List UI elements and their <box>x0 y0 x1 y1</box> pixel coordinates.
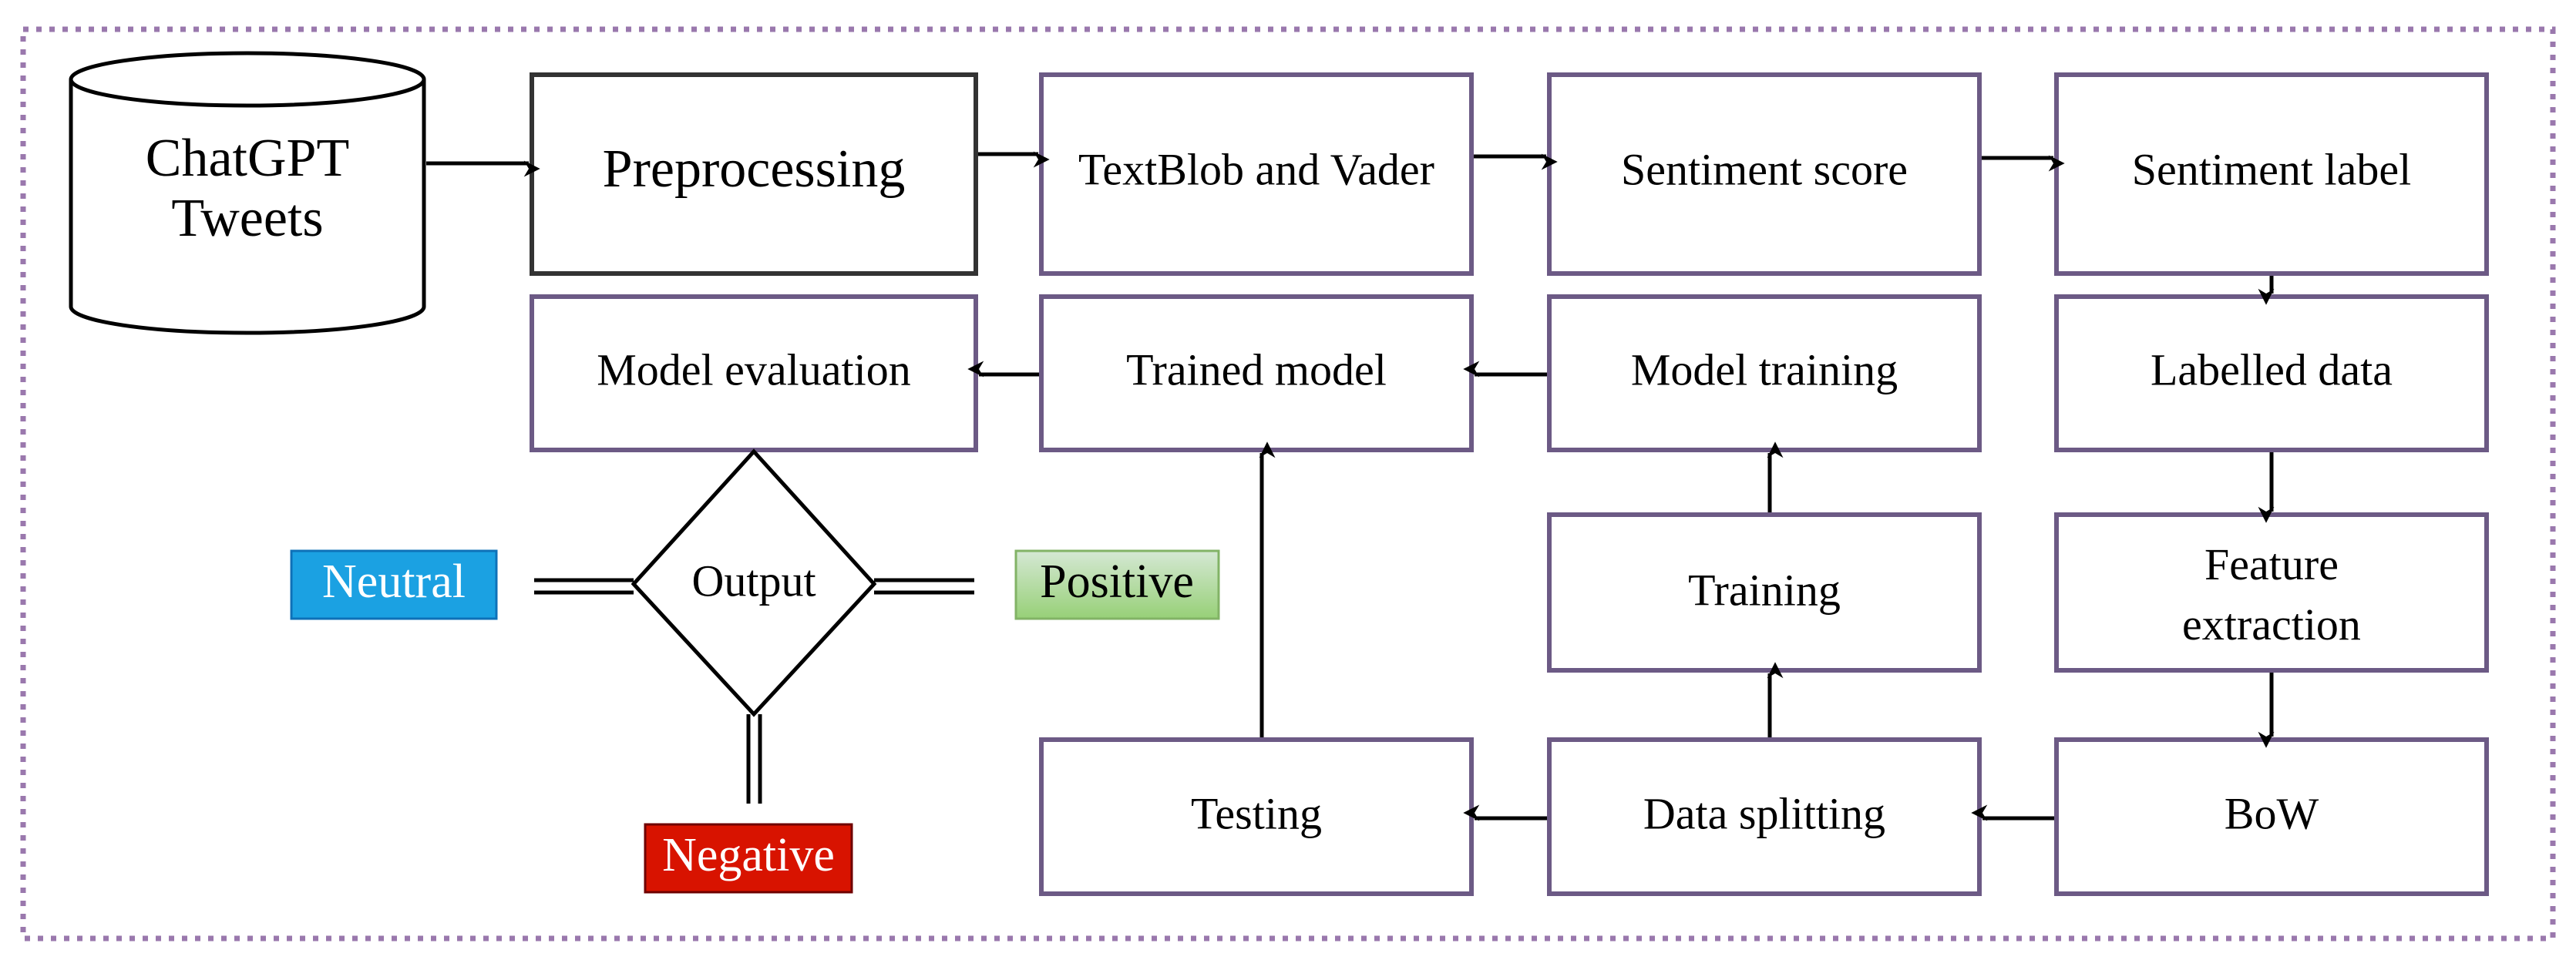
bow-box: BoW <box>2054 737 2489 896</box>
data-splitting-label: Data splitting <box>1643 788 1885 838</box>
diagram: ChatGPT Tweets Preprocessing TextBlob an… <box>0 0 2576 960</box>
model-evaluation-box: Model evaluation <box>530 294 978 452</box>
output-decision: Output <box>631 448 877 717</box>
testing-box: Testing <box>1039 737 1474 896</box>
sentiment-score-box: Sentiment score <box>1547 72 1982 276</box>
source-label-line2: Tweets <box>171 189 323 248</box>
positive-tag: Positive <box>1014 549 1220 620</box>
neutral-label: Neutral <box>322 556 466 608</box>
data-splitting-box: Data splitting <box>1547 737 1982 896</box>
negative-tag: Negative <box>644 823 853 894</box>
preprocessing-box: Preprocessing <box>530 72 978 276</box>
source-label-line1: ChatGPT <box>146 129 349 188</box>
negative-label: Negative <box>662 829 835 881</box>
bow-label: BoW <box>2225 788 2319 838</box>
textblob-vader-label: TextBlob and Vader <box>1078 144 1434 194</box>
preprocessing-label: Preprocessing <box>603 139 906 199</box>
testing-label: Testing <box>1191 788 1322 838</box>
feature-extraction-label-line2: extraction <box>2182 599 2361 650</box>
model-training-label: Model training <box>1631 344 1898 394</box>
flowchart: ChatGPT Tweets Preprocessing TextBlob an… <box>20 26 2556 942</box>
trained-model-label: Trained model <box>1126 344 1387 394</box>
database-cylinder: ChatGPT Tweets <box>69 51 426 335</box>
model-evaluation-label: Model evaluation <box>597 344 911 394</box>
positive-label: Positive <box>1040 556 1194 608</box>
sentiment-label-box: Sentiment label <box>2054 72 2489 276</box>
training-label: Training <box>1688 565 1841 615</box>
feature-extraction-box: Feature extraction <box>2054 512 2489 673</box>
trained-model-box: Trained model <box>1039 294 1474 452</box>
labelled-data-box: Labelled data <box>2054 294 2489 452</box>
model-training-box: Model training <box>1547 294 1982 452</box>
feature-extraction-label-line1: Feature <box>2204 539 2339 589</box>
training-box: Training <box>1547 512 1982 673</box>
output-label: Output <box>691 556 816 606</box>
neutral-tag: Neutral <box>290 549 498 620</box>
sentiment-label-label: Sentiment label <box>2132 144 2411 194</box>
sentiment-score-label: Sentiment score <box>1621 144 1908 194</box>
textblob-vader-box: TextBlob and Vader <box>1039 72 1474 276</box>
labelled-data-label: Labelled data <box>2151 344 2393 394</box>
